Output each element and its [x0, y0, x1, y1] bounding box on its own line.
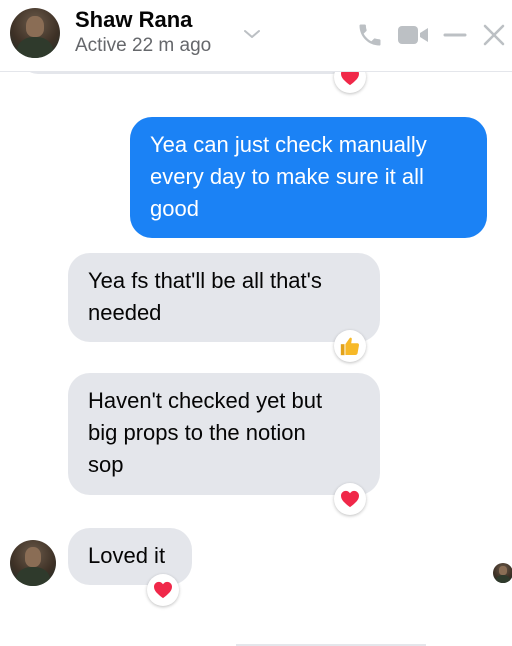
chat-header: Shaw Rana Active 22 m ago — [0, 0, 512, 72]
message-text-line: big props to the notion — [88, 420, 306, 445]
minimize-icon — [443, 33, 467, 37]
message-text-line: Loved it — [88, 543, 166, 568]
video-call-button[interactable] — [396, 20, 430, 50]
minimize-button[interactable] — [440, 20, 470, 50]
incoming-message-bubble[interactable]: Loved it — [68, 528, 192, 585]
incoming-message-bubble[interactable]: Yea fs that'll be all that's needed — [68, 253, 380, 342]
heart-icon — [341, 490, 359, 508]
chevron-down-icon[interactable] — [240, 22, 264, 46]
message-text-line: needed — [88, 300, 162, 325]
heart-icon — [154, 581, 172, 599]
message-text-line: Yea can just check manually — [150, 132, 427, 157]
contact-avatar[interactable] — [10, 8, 60, 58]
phone-icon — [359, 24, 381, 46]
call-button[interactable] — [355, 20, 385, 50]
message-text-line: good — [150, 196, 199, 221]
message-text-line: sop — [88, 452, 124, 477]
contact-name[interactable]: Shaw Rana — [75, 7, 192, 33]
outgoing-message-bubble[interactable]: Yea can just check manually every day to… — [130, 117, 487, 238]
heart-reaction[interactable] — [147, 574, 179, 606]
close-icon — [483, 24, 505, 46]
read-receipt-avatar — [493, 563, 512, 583]
heart-reaction[interactable] — [334, 483, 366, 515]
thumbs-up-icon — [340, 337, 360, 356]
incoming-message-bubble[interactable]: Haven't checked yet but big props to the… — [68, 373, 380, 495]
contact-status: Active 22 m ago — [75, 35, 212, 56]
sender-avatar[interactable] — [10, 540, 56, 586]
message-text-line: every day to make sure it all — [150, 164, 424, 189]
video-camera-icon — [398, 26, 428, 44]
message-text-line: Yea fs that'll be all that's — [88, 268, 322, 293]
message-text-line: Haven't checked yet but — [88, 388, 323, 413]
chat-window: Shaw Rana Active 22 m ago Yea can just c… — [0, 0, 512, 646]
close-button[interactable] — [479, 20, 509, 50]
thumbs-up-reaction[interactable] — [334, 330, 366, 362]
